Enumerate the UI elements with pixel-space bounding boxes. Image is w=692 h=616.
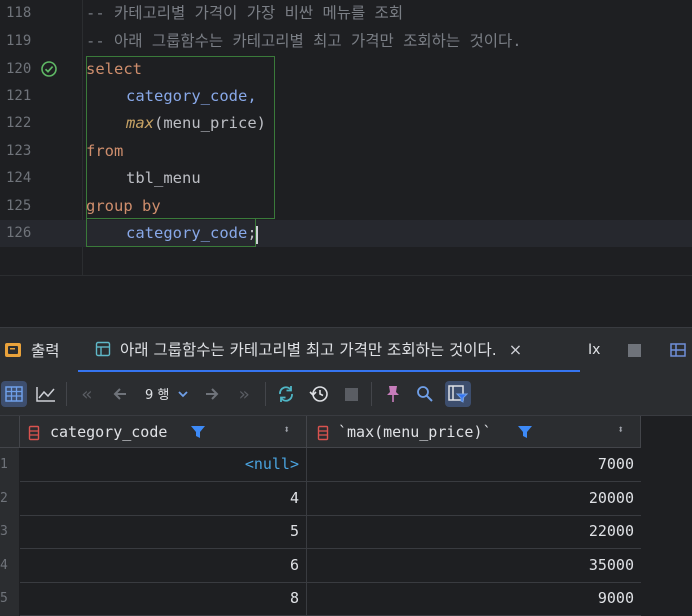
left-arrow-icon xyxy=(113,388,126,400)
execution-success-icon[interactable] xyxy=(40,60,58,78)
tab-extra-label: Ix xyxy=(588,342,601,358)
search-button[interactable] xyxy=(412,381,438,407)
sort-icon[interactable]: ⬍ xyxy=(283,423,290,436)
row-count-label[interactable]: 9 행 xyxy=(145,384,169,403)
table-row[interactable]: 4 6 35000 xyxy=(0,549,692,583)
editor-line[interactable]: 119 -- 아래 그룹함수는 카테고리별 최고 가격만 조회하는 것이다. xyxy=(0,28,692,55)
table-row[interactable]: 5 8 9000 xyxy=(0,582,692,616)
row-number: 4 xyxy=(0,549,19,583)
prev-page-button[interactable] xyxy=(107,381,133,407)
line-number: 118 xyxy=(6,5,32,21)
sql-editor[interactable]: 118 -- 카테고리별 가격이 가장 비싼 메뉴를 조회 119 -- 아래 … xyxy=(0,0,692,275)
cell-max-price[interactable]: 22000 xyxy=(307,515,641,549)
editor-line[interactable]: 118 -- 카테고리별 가격이 가장 비싼 메뉴를 조회 xyxy=(0,0,692,27)
stop-icon xyxy=(628,343,641,357)
column-header-max-menu-price[interactable]: `max(menu_price)` ⬍ xyxy=(307,416,641,448)
filter-panel-icon xyxy=(448,385,468,403)
cell-category-code[interactable]: 8 xyxy=(20,582,307,616)
sort-icon[interactable]: ⬍ xyxy=(617,423,624,436)
stop-button[interactable] xyxy=(628,328,641,372)
line-number: 120 xyxy=(6,61,32,77)
tab-result-label: 아래 그룹함수는 카테고리별 최고 가격만 조회하는 것이다. xyxy=(120,341,497,359)
line-number: 121 xyxy=(6,88,32,104)
cell-max-price[interactable]: 20000 xyxy=(307,482,641,516)
chevron-down-icon xyxy=(178,391,188,398)
table-view-icon xyxy=(5,386,23,402)
cell-category-code[interactable]: <null> xyxy=(20,448,307,482)
table-view-button[interactable] xyxy=(1,381,27,407)
column-icon xyxy=(28,425,40,441)
last-page-button[interactable]: » xyxy=(231,381,257,407)
filter-icon[interactable] xyxy=(517,424,533,440)
double-left-arrow-icon: « xyxy=(81,383,93,405)
tab-extra[interactable]: Ix xyxy=(588,328,600,372)
statement-highlight-tail xyxy=(86,218,256,247)
column-header-category-code[interactable]: category_code ⬍ xyxy=(20,416,307,448)
output-icon xyxy=(5,343,21,357)
line-number: 125 xyxy=(6,198,32,214)
row-number: 2 xyxy=(0,482,19,516)
panel-gap xyxy=(0,275,692,328)
next-page-button[interactable] xyxy=(199,381,225,407)
row-number: 1 xyxy=(0,448,19,482)
result-toolbar: « 9 행 » xyxy=(0,372,692,416)
code-comment: -- 아래 그룹함수는 카테고리별 최고 가격만 조회하는 것이다. xyxy=(86,32,522,50)
text-caret xyxy=(256,226,258,244)
result-grid[interactable]: category_code ⬍ `max(menu_price)` ⬍ 1 <n… xyxy=(0,416,692,616)
line-number: 119 xyxy=(6,33,32,49)
cell-max-price[interactable]: 9000 xyxy=(307,582,641,616)
line-number: 124 xyxy=(6,170,32,186)
layout-icon xyxy=(670,343,686,357)
cancel-query-button[interactable] xyxy=(338,381,364,407)
cell-category-code[interactable]: 6 xyxy=(20,549,307,583)
toolbar-separator xyxy=(265,382,266,406)
filter-panel-button[interactable] xyxy=(445,381,471,407)
row-number: 5 xyxy=(0,582,19,616)
table-row[interactable]: 1 <null> 7000 xyxy=(0,448,692,482)
cell-category-code[interactable]: 4 xyxy=(20,482,307,516)
services-tab-bar: 출력 아래 그룹함수는 카테고리별 최고 가격만 조회하는 것이다. × Ix xyxy=(0,327,692,372)
first-page-button[interactable]: « xyxy=(74,381,100,407)
close-icon[interactable]: × xyxy=(509,340,522,359)
history-icon xyxy=(309,386,328,402)
refresh-icon xyxy=(279,386,293,402)
table-row[interactable]: 2 4 20000 xyxy=(0,482,692,516)
right-arrow-icon xyxy=(206,388,219,400)
line-number: 122 xyxy=(6,115,32,131)
pin-tab-button[interactable] xyxy=(380,381,406,407)
double-right-arrow-icon: » xyxy=(238,383,250,405)
table-row[interactable]: 3 5 22000 xyxy=(0,515,692,549)
table-icon xyxy=(95,341,111,357)
filter-icon[interactable] xyxy=(190,424,206,440)
line-number: 123 xyxy=(6,143,32,159)
chart-view-button[interactable] xyxy=(33,381,59,407)
chart-icon xyxy=(36,387,55,402)
pin-icon xyxy=(387,386,399,402)
row-count-dropdown[interactable] xyxy=(172,381,194,407)
toolbar-separator xyxy=(66,382,67,406)
stop-icon xyxy=(344,387,358,401)
tab-result[interactable]: 아래 그룹함수는 카테고리별 최고 가격만 조회하는 것이다. × xyxy=(78,328,580,372)
cell-max-price[interactable]: 7000 xyxy=(307,448,641,482)
column-label: `max(menu_price)` xyxy=(338,423,492,441)
code-comment: -- 카테고리별 가격이 가장 비싼 메뉴를 조회 xyxy=(86,4,404,22)
line-number: 126 xyxy=(6,225,32,241)
layout-button[interactable] xyxy=(670,328,686,372)
row-number: 3 xyxy=(0,515,19,549)
cell-max-price[interactable]: 35000 xyxy=(307,549,641,583)
row-number-header xyxy=(0,416,20,448)
tab-output-label: 출력 xyxy=(31,342,60,360)
column-icon xyxy=(317,425,329,441)
toolbar-separator xyxy=(371,382,372,406)
cell-category-code[interactable]: 5 xyxy=(20,515,307,549)
history-button[interactable] xyxy=(306,381,332,407)
tab-output[interactable]: 출력 xyxy=(4,328,60,372)
statement-highlight xyxy=(86,56,275,219)
search-icon xyxy=(417,386,433,402)
refresh-button[interactable] xyxy=(273,381,299,407)
column-label: category_code xyxy=(50,423,168,441)
